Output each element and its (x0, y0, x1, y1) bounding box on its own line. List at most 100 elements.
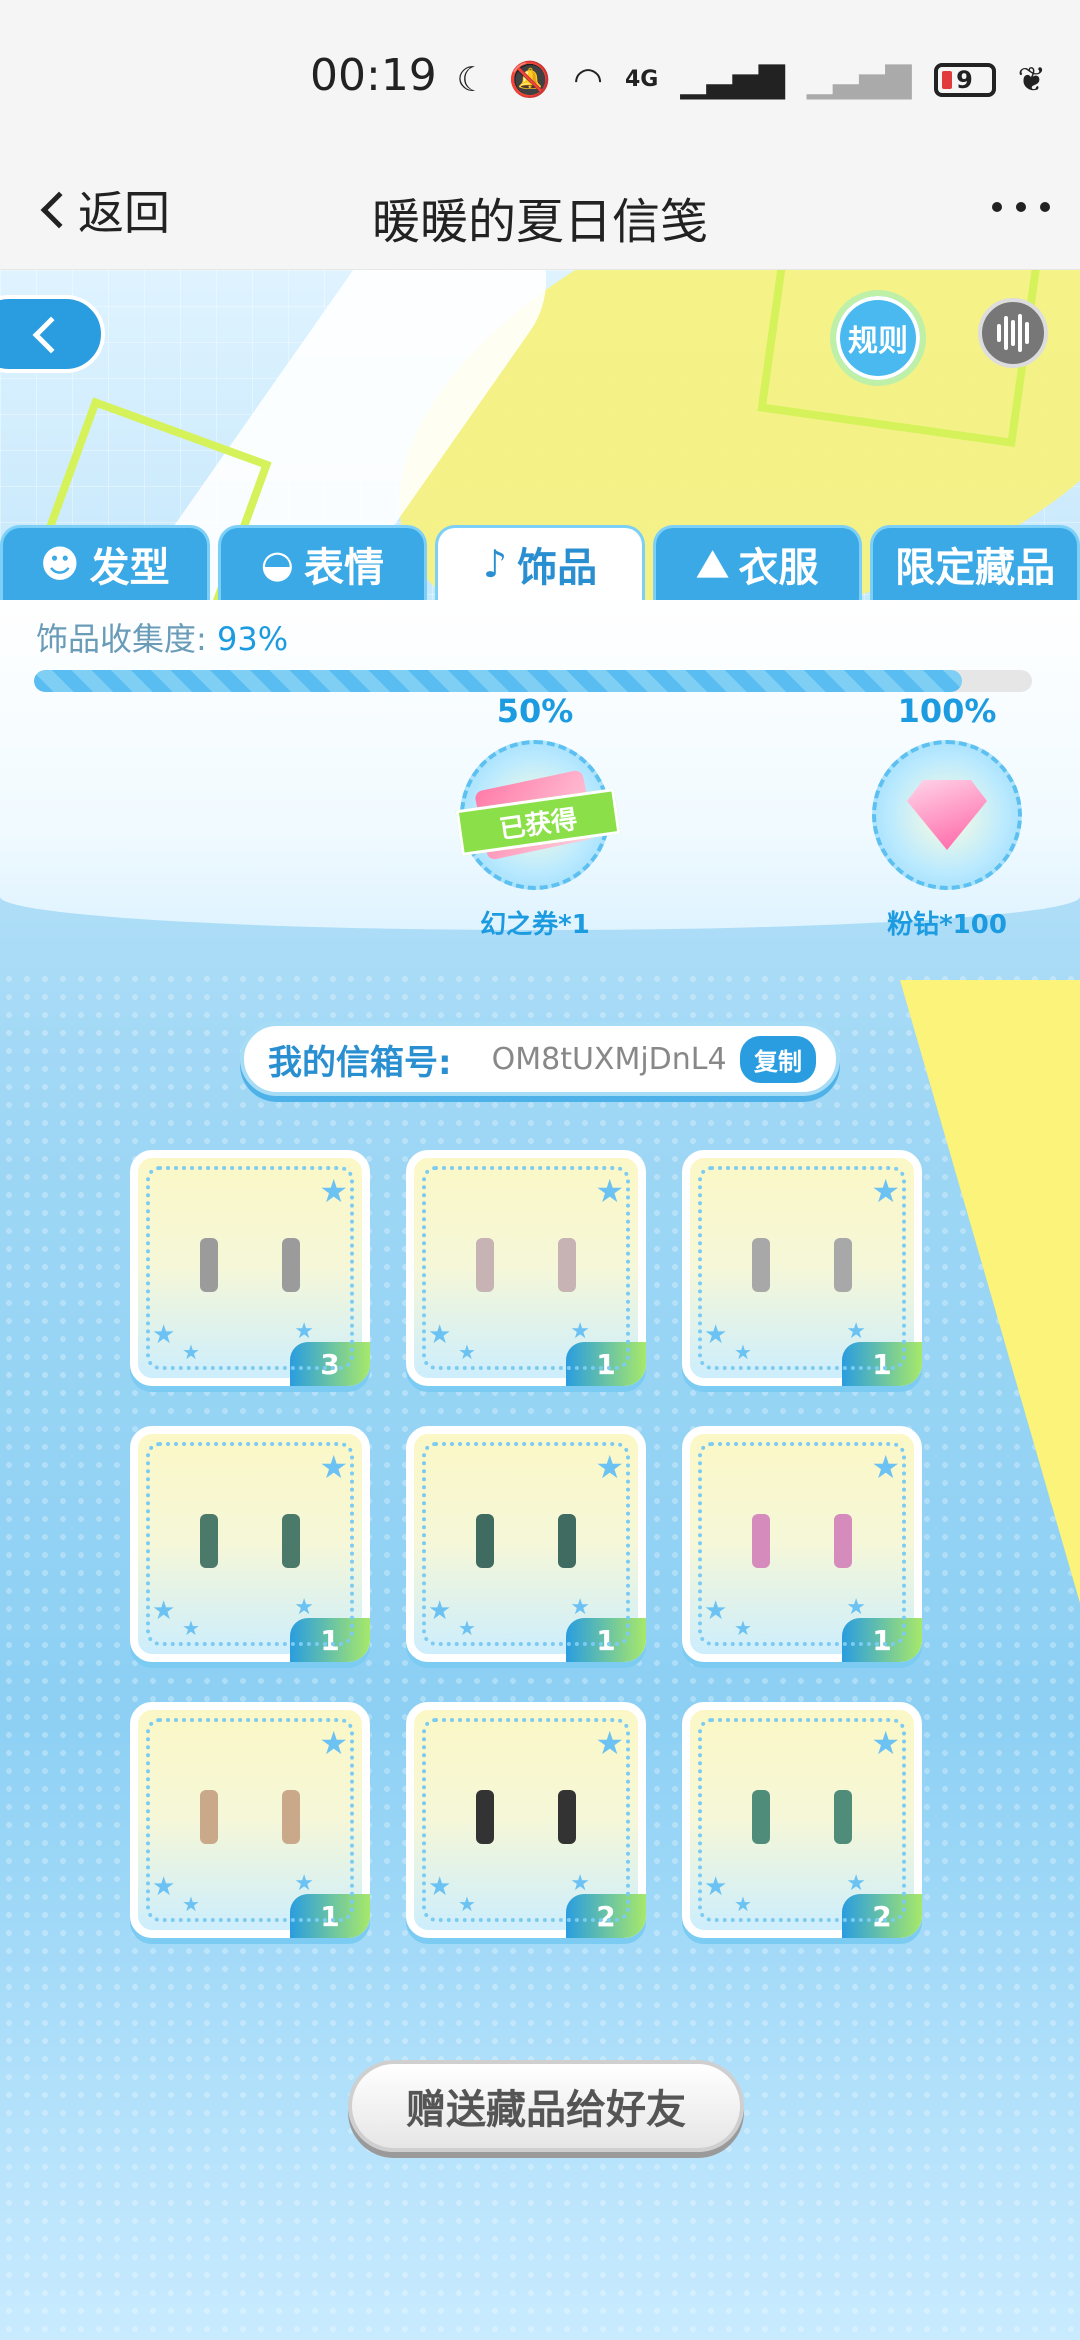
earring-left-icon (476, 1790, 494, 1844)
game-area: 规则 ☻ 发型 ◒ 表情 ♪ 饰品 ⛰ 衣服 限定藏品 饰品收集度: 93% 5… (0, 270, 1080, 2340)
star-icon: ★ (595, 1172, 624, 1210)
tab-clothes[interactable]: ⛰ 衣服 (652, 525, 863, 600)
milestone-50[interactable]: 50% 已获得 幻之券*1 (450, 692, 621, 941)
star-icon: ★ (704, 1320, 728, 1350)
star-icon: ★ (294, 1871, 314, 1896)
chevron-left-icon (32, 316, 70, 354)
more-dot-icon (992, 202, 1002, 212)
milestone-100[interactable]: 100% 粉钻*100 (862, 692, 1032, 941)
star-icon: ★ (428, 1872, 452, 1902)
count-badge: 1 (566, 1342, 646, 1386)
star-icon: ★ (871, 1724, 900, 1762)
earring-right-icon (282, 1514, 300, 1568)
status-time: 00:19 (310, 50, 437, 101)
accessory-card[interactable]: ★ ★ ★ ★ 1 (682, 1150, 922, 1386)
earring-right-icon (834, 1790, 852, 1844)
star-icon: ★ (294, 1319, 314, 1344)
mailbox-label: 我的信箱号: (268, 1042, 452, 1083)
star-icon: ★ (152, 1596, 176, 1626)
milestone-pct: 50% (496, 692, 574, 730)
tab-limited[interactable]: 限定藏品 (870, 525, 1080, 600)
moon-icon: ☾ (456, 60, 487, 100)
count-badge: 1 (842, 1618, 922, 1662)
more-button[interactable] (992, 202, 1050, 212)
tab-expression[interactable]: ◒ 表情 (217, 525, 428, 600)
star-icon: ★ (458, 1340, 476, 1364)
star-icon: ★ (595, 1724, 624, 1762)
accessory-grid: ★ ★ ★ ★ 3 ★ ★ ★ ★ 1 ★ ★ ★ ★ 1 ★ ★ ★ ★ 1 ★ ★ ★ ★ 1 ★ ★ ★ ★ 1 ★ ★ ★ ★ 1 ★ ★ ★ ★ 2… (130, 1150, 930, 1938)
mask-icon: ◒ (260, 542, 294, 586)
star-icon: ★ (846, 1871, 866, 1896)
sound-wave-icon (1004, 316, 1008, 350)
count-badge: 2 (842, 1894, 922, 1938)
accessory-card[interactable]: ★ ★ ★ ★ 1 (682, 1426, 922, 1662)
earring-right-icon (834, 1514, 852, 1568)
accessory-card[interactable]: ★ ★ ★ ★ 2 (406, 1702, 646, 1938)
count-badge: 1 (566, 1618, 646, 1662)
star-icon: ★ (846, 1595, 866, 1620)
accessory-card[interactable]: ★ ★ ★ ★ 3 (130, 1150, 370, 1386)
leaf-icon: ❦ (1017, 60, 1047, 100)
progress-value: 93% (216, 620, 289, 658)
sound-wave-icon (1011, 320, 1015, 346)
battery-level (941, 71, 952, 89)
hair-icon: ☻ (39, 542, 80, 586)
accessory-card[interactable]: ★ ★ ★ ★ 2 (682, 1702, 922, 1938)
rules-button[interactable]: 规则 (830, 290, 926, 386)
star-icon: ★ (428, 1596, 452, 1626)
star-icon: ★ (570, 1595, 590, 1620)
star-icon: ★ (734, 1892, 752, 1916)
earring-left-icon (476, 1514, 494, 1568)
battery-value: 9 (956, 66, 973, 94)
audio-button[interactable] (978, 298, 1048, 368)
star-icon: ★ (182, 1340, 200, 1364)
star-icon: ★ (595, 1448, 624, 1486)
sound-wave-icon (1025, 322, 1029, 344)
accessory-card[interactable]: ★ ★ ★ ★ 1 (406, 1426, 646, 1662)
star-icon: ★ (319, 1724, 348, 1762)
accessory-card[interactable]: ★ ★ ★ ★ 1 (406, 1150, 646, 1386)
earring-left-icon (752, 1238, 770, 1292)
count-badge: 3 (290, 1342, 370, 1386)
reward-circle (872, 740, 1022, 890)
star-icon: ★ (458, 1892, 476, 1916)
star-icon: ★ (704, 1596, 728, 1626)
tab-label: 发型 (89, 545, 170, 591)
accessory-card[interactable]: ★ ★ ★ ★ 1 (130, 1426, 370, 1662)
star-icon: ★ (458, 1616, 476, 1640)
milestone-pct: 100% (897, 692, 997, 730)
battery-icon: 9 (933, 63, 996, 97)
tab-accessories[interactable]: ♪ 饰品 (435, 525, 645, 600)
star-icon: ★ (570, 1871, 590, 1896)
progress-label: 饰品收集度: 93% (36, 614, 288, 660)
star-icon: ★ (182, 1616, 200, 1640)
star-icon: ★ (152, 1872, 176, 1902)
copy-button[interactable]: 复制 (740, 1035, 816, 1083)
accessory-card[interactable]: ★ ★ ★ ★ 1 (130, 1702, 370, 1938)
star-icon: ★ (871, 1448, 900, 1486)
tab-label: 限定藏品 (895, 545, 1056, 591)
progress-panel: 饰品收集度: 93% 50% 已获得 幻之券*1 100% 粉钻*100 (0, 600, 1080, 940)
reward-name: 粉钻*100 (887, 910, 1007, 940)
earring-left-icon (752, 1514, 770, 1568)
progress-label-text: 饰品收集度: (36, 620, 207, 658)
count-badge: 2 (566, 1894, 646, 1938)
network-label: 4G (624, 67, 659, 92)
earring-left-icon (200, 1238, 218, 1292)
earring-right-icon (558, 1790, 576, 1844)
game-back-button[interactable] (0, 295, 105, 373)
earring-right-icon (834, 1238, 852, 1292)
earring-left-icon (476, 1238, 494, 1292)
earring-left-icon (200, 1514, 218, 1568)
signal-icon: ▁▃▅▇ (680, 60, 785, 100)
gift-to-friend-button[interactable]: 赠送藏品给好友 (348, 2060, 744, 2152)
star-icon: ★ (734, 1340, 752, 1364)
star-icon: ★ (570, 1319, 590, 1344)
tab-hair[interactable]: ☻ 发型 (0, 525, 210, 600)
progress-bar (34, 670, 1032, 692)
count-badge: 1 (842, 1342, 922, 1386)
no-signal-icon: ▁▃▅▇ (806, 60, 912, 100)
star-icon: ★ (152, 1320, 176, 1350)
earring-right-icon (558, 1514, 576, 1568)
category-tabs: ☻ 发型 ◒ 表情 ♪ 饰品 ⛰ 衣服 限定藏品 (0, 525, 1080, 600)
